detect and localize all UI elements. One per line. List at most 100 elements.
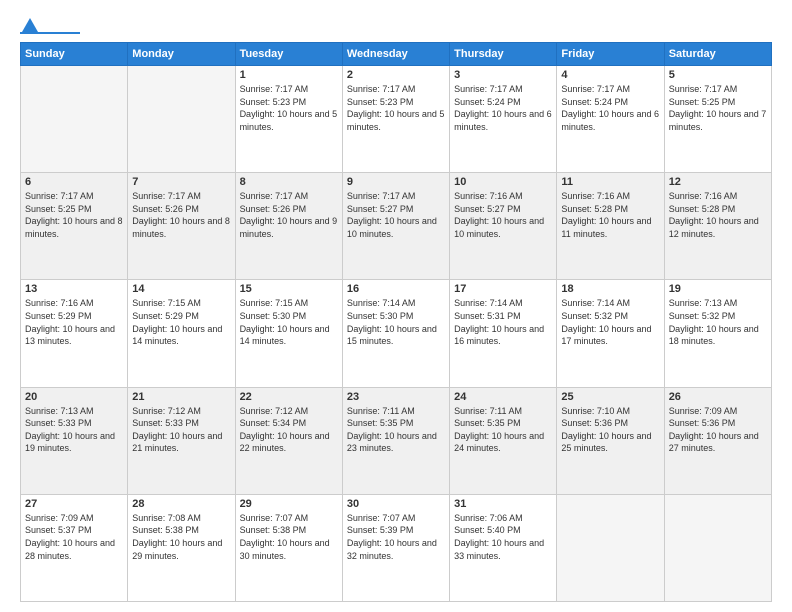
calendar-cell: 17 Sunrise: 7:14 AMSunset: 5:31 PMDayligh… [450,280,557,387]
calendar-cell: 15Sunrise: 7:15 AMSunset: 5:30 PMDayligh… [235,280,342,387]
day-info: Sunrise: 7:13 AMSunset: 5:33 PMDaylight:… [25,405,123,455]
header [20,18,772,34]
day-info: Sunrise: 7:17 AMSunset: 5:23 PMDaylight:… [347,83,445,133]
day-number: 16 [347,283,445,295]
calendar-cell: 19 Sunrise: 7:13 AMSunset: 5:32 PMDayligh… [664,280,771,387]
calendar-week-row: 6 Sunrise: 7:17 AMSunset: 5:25 PMDaylight… [21,173,772,280]
day-number: 14 [132,283,230,295]
day-number: 23 [347,391,445,403]
day-info: Sunrise: 7:16 AMSunset: 5:28 PMDaylight:… [561,190,659,240]
calendar-week-row: 1 Sunrise: 7:17 AMSunset: 5:23 PMDaylight… [21,66,772,173]
calendar-cell: 2 Sunrise: 7:17 AMSunset: 5:23 PMDaylight… [342,66,449,173]
calendar-cell: 25 Sunrise: 7:10 AMSunset: 5:36 PMDayligh… [557,387,664,494]
day-info: Sunrise: 7:17 AMSunset: 5:27 PMDaylight:… [347,190,445,240]
day-number: 25 [561,391,659,403]
day-number: 29 [240,498,338,510]
day-info: Sunrise: 7:09 AMSunset: 5:36 PMDaylight:… [669,405,767,455]
calendar-cell: 10 Sunrise: 7:16 AMSunset: 5:27 PMDayligh… [450,173,557,280]
calendar-cell: 8 Sunrise: 7:17 AMSunset: 5:26 PMDaylight… [235,173,342,280]
calendar-cell: 29 Sunrise: 7:07 AMSunset: 5:38 PMDayligh… [235,494,342,601]
calendar-cell [128,66,235,173]
day-number: 13 [25,283,123,295]
calendar-cell: 31 Sunrise: 7:06 AMSunset: 5:40 PMDayligh… [450,494,557,601]
day-info: Sunrise: 7:16 AMSunset: 5:27 PMDaylight:… [454,190,552,240]
calendar-cell: 30Sunrise: 7:07 AMSunset: 5:39 PMDayligh… [342,494,449,601]
day-info: Sunrise: 7:06 AMSunset: 5:40 PMDaylight:… [454,512,552,562]
day-number: 18 [561,283,659,295]
day-number: 17 [454,283,552,295]
day-number: 24 [454,391,552,403]
day-number: 4 [561,69,659,81]
weekday-header-wednesday: Wednesday [342,43,449,66]
weekday-header-monday: Monday [128,43,235,66]
day-number: 19 [669,283,767,295]
day-number: 2 [347,69,445,81]
calendar-cell [21,66,128,173]
weekday-header-friday: Friday [557,43,664,66]
calendar-cell [664,494,771,601]
weekday-header-thursday: Thursday [450,43,557,66]
calendar-cell: 28Sunrise: 7:08 AMSunset: 5:38 PMDayligh… [128,494,235,601]
day-info: Sunrise: 7:17 AMSunset: 5:25 PMDaylight:… [25,190,123,240]
calendar-cell: 22Sunrise: 7:12 AMSunset: 5:34 PMDayligh… [235,387,342,494]
day-number: 26 [669,391,767,403]
day-number: 30 [347,498,445,510]
calendar-cell: 18 Sunrise: 7:14 AMSunset: 5:32 PMDayligh… [557,280,664,387]
day-info: Sunrise: 7:17 AMSunset: 5:23 PMDaylight:… [240,83,338,133]
calendar-cell: 23 Sunrise: 7:11 AMSunset: 5:35 PMDayligh… [342,387,449,494]
day-info: Sunrise: 7:15 AMSunset: 5:30 PMDaylight:… [240,297,338,347]
calendar-table: SundayMondayTuesdayWednesdayThursdayFrid… [20,42,772,602]
day-info: Sunrise: 7:12 AMSunset: 5:33 PMDaylight:… [132,405,230,455]
calendar-cell: 11 Sunrise: 7:16 AMSunset: 5:28 PMDayligh… [557,173,664,280]
calendar-cell: 24Sunrise: 7:11 AMSunset: 5:35 PMDayligh… [450,387,557,494]
day-info: Sunrise: 7:14 AMSunset: 5:31 PMDaylight:… [454,297,552,347]
calendar-cell: 7 Sunrise: 7:17 AMSunset: 5:26 PMDaylight… [128,173,235,280]
day-info: Sunrise: 7:07 AMSunset: 5:38 PMDaylight:… [240,512,338,562]
calendar-cell: 5Sunrise: 7:17 AMSunset: 5:25 PMDaylight… [664,66,771,173]
day-info: Sunrise: 7:16 AMSunset: 5:29 PMDaylight:… [25,297,123,347]
calendar-week-row: 13 Sunrise: 7:16 AMSunset: 5:29 PMDayligh… [21,280,772,387]
calendar-cell: 3Sunrise: 7:17 AMSunset: 5:24 PMDaylight… [450,66,557,173]
weekday-header-saturday: Saturday [664,43,771,66]
calendar-week-row: 27 Sunrise: 7:09 AMSunset: 5:37 PMDayligh… [21,494,772,601]
weekday-header-row: SundayMondayTuesdayWednesdayThursdayFrid… [21,43,772,66]
calendar-cell [557,494,664,601]
day-info: Sunrise: 7:10 AMSunset: 5:36 PMDaylight:… [561,405,659,455]
day-info: Sunrise: 7:08 AMSunset: 5:38 PMDaylight:… [132,512,230,562]
calendar-week-row: 20 Sunrise: 7:13 AMSunset: 5:33 PMDayligh… [21,387,772,494]
day-info: Sunrise: 7:09 AMSunset: 5:37 PMDaylight:… [25,512,123,562]
calendar-cell: 21Sunrise: 7:12 AMSunset: 5:33 PMDayligh… [128,387,235,494]
page: SundayMondayTuesdayWednesdayThursdayFrid… [0,0,792,612]
calendar-cell: 9Sunrise: 7:17 AMSunset: 5:27 PMDaylight… [342,173,449,280]
calendar-cell: 6 Sunrise: 7:17 AMSunset: 5:25 PMDaylight… [21,173,128,280]
calendar-cell: 14 Sunrise: 7:15 AMSunset: 5:29 PMDayligh… [128,280,235,387]
day-number: 8 [240,176,338,188]
day-info: Sunrise: 7:17 AMSunset: 5:26 PMDaylight:… [132,190,230,240]
calendar-cell: 12Sunrise: 7:16 AMSunset: 5:28 PMDayligh… [664,173,771,280]
day-info: Sunrise: 7:13 AMSunset: 5:32 PMDaylight:… [669,297,767,347]
day-number: 11 [561,176,659,188]
weekday-header-sunday: Sunday [21,43,128,66]
day-number: 10 [454,176,552,188]
day-info: Sunrise: 7:14 AMSunset: 5:32 PMDaylight:… [561,297,659,347]
day-number: 7 [132,176,230,188]
day-number: 6 [25,176,123,188]
day-number: 27 [25,498,123,510]
day-info: Sunrise: 7:15 AMSunset: 5:29 PMDaylight:… [132,297,230,347]
day-number: 20 [25,391,123,403]
calendar-cell: 13 Sunrise: 7:16 AMSunset: 5:29 PMDayligh… [21,280,128,387]
calendar-cell: 26 Sunrise: 7:09 AMSunset: 5:36 PMDayligh… [664,387,771,494]
day-info: Sunrise: 7:17 AMSunset: 5:26 PMDaylight:… [240,190,338,240]
day-number: 1 [240,69,338,81]
day-info: Sunrise: 7:17 AMSunset: 5:24 PMDaylight:… [561,83,659,133]
day-info: Sunrise: 7:12 AMSunset: 5:34 PMDaylight:… [240,405,338,455]
day-info: Sunrise: 7:17 AMSunset: 5:24 PMDaylight:… [454,83,552,133]
day-number: 12 [669,176,767,188]
logo [20,18,80,34]
calendar-cell: 1 Sunrise: 7:17 AMSunset: 5:23 PMDaylight… [235,66,342,173]
day-number: 5 [669,69,767,81]
calendar-cell: 4 Sunrise: 7:17 AMSunset: 5:24 PMDaylight… [557,66,664,173]
day-number: 31 [454,498,552,510]
day-info: Sunrise: 7:11 AMSunset: 5:35 PMDaylight:… [347,405,445,455]
calendar-cell: 16Sunrise: 7:14 AMSunset: 5:30 PMDayligh… [342,280,449,387]
